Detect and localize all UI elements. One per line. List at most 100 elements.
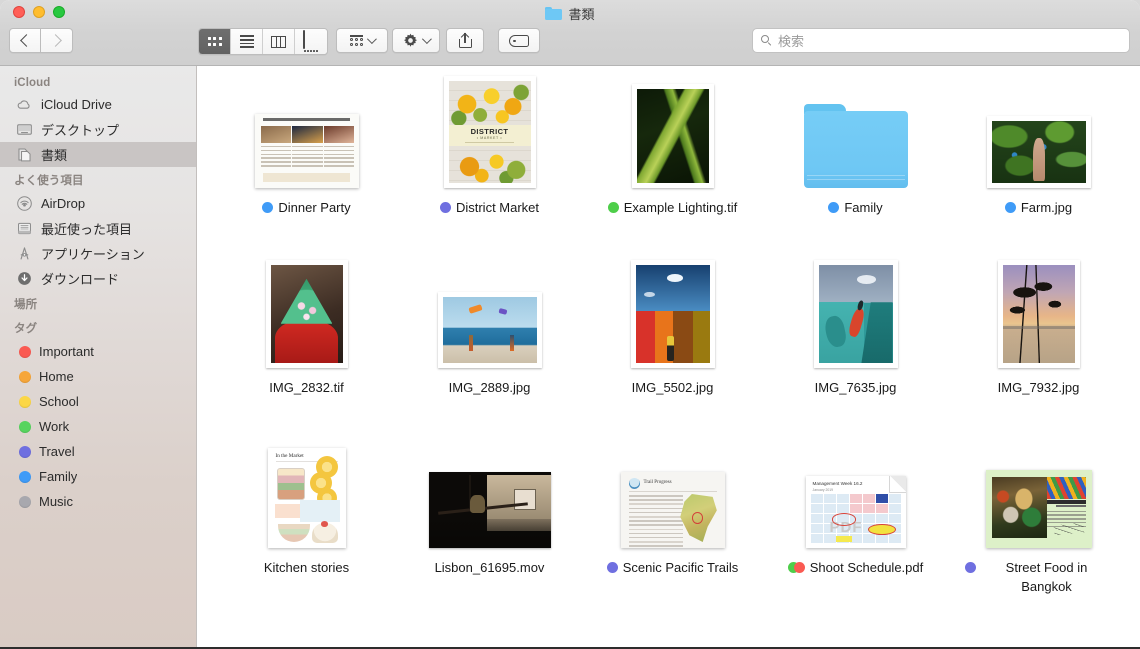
document-preview xyxy=(255,114,359,188)
file-label-row: IMG_7932.jpg xyxy=(998,378,1080,397)
applications-icon xyxy=(16,245,33,262)
view-mode-segmented-control xyxy=(198,28,328,55)
file-thumbnail xyxy=(998,262,1080,368)
sidebar-section-header: よく使う項目 xyxy=(0,167,196,191)
file-item[interactable]: IMG_7932.jpg xyxy=(947,262,1130,442)
tag-dot-icon xyxy=(608,202,619,213)
window-title: 書類 xyxy=(0,4,1140,22)
file-thumbnail xyxy=(429,442,551,548)
photo-frame xyxy=(631,260,715,368)
chevron-down-icon xyxy=(422,34,432,44)
sidebar-item-AirDrop[interactable]: AirDrop xyxy=(0,191,196,216)
minimize-button[interactable] xyxy=(33,6,45,18)
tag-icon xyxy=(509,35,529,47)
file-tag-dots xyxy=(440,202,451,213)
chevron-left-icon xyxy=(20,34,33,47)
sidebar-item-Work[interactable]: Work xyxy=(0,414,196,439)
sidebar-item-Music[interactable]: Music xyxy=(0,489,196,514)
share-button[interactable] xyxy=(446,28,484,53)
search-input[interactable]: 検索 xyxy=(778,31,804,50)
file-item[interactable]: Management Week 16.2January 2019PDF Shoot… xyxy=(764,442,947,622)
file-label-row: IMG_5502.jpg xyxy=(632,378,714,397)
arrange-icon xyxy=(350,35,363,46)
file-tag-dots xyxy=(607,562,618,573)
tags-button[interactable] xyxy=(498,28,540,53)
file-item[interactable]: IMG_2889.jpg xyxy=(398,262,581,442)
tag-dot-icon xyxy=(19,371,31,383)
sidebar-item-Home[interactable]: Home xyxy=(0,364,196,389)
sidebar-item-書類[interactable]: 書類 xyxy=(0,142,196,167)
file-label-row: Scenic Pacific Trails xyxy=(607,558,739,577)
sidebar-item-デスクトップ[interactable]: デスクトップ xyxy=(0,117,196,142)
file-item[interactable]: IMG_7635.jpg xyxy=(764,262,947,442)
window-body: iCloudiCloud Drive デスクトップ書類よく使う項目AirDrop最… xyxy=(0,66,1140,649)
document-preview xyxy=(986,470,1092,548)
file-thumbnail: DISTRICT• MARKET • xyxy=(444,82,536,188)
sidebar-item-label: アプリケーション xyxy=(41,244,145,263)
chevron-down-icon xyxy=(367,34,377,44)
file-item[interactable]: DISTRICT• MARKET •District Market xyxy=(398,82,581,262)
photo-frame xyxy=(998,260,1080,368)
navigation-buttons xyxy=(9,28,73,53)
file-item[interactable]: IMG_5502.jpg xyxy=(581,262,764,442)
file-item[interactable]: Trail ProgressScenic Pacific Trails xyxy=(581,442,764,622)
sidebar-item-Family[interactable]: Family xyxy=(0,464,196,489)
share-icon xyxy=(459,33,472,48)
tag-dot-icon xyxy=(262,202,273,213)
sidebar-item-iCloud Drive[interactable]: iCloud Drive xyxy=(0,92,196,117)
file-thumbnail: Management Week 16.2January 2019PDF xyxy=(806,442,906,548)
file-name: IMG_5502.jpg xyxy=(632,378,714,397)
file-item[interactable]: Example Lighting.tif xyxy=(581,82,764,262)
sidebar-item-label: ダウンロード xyxy=(41,269,119,288)
arrange-button[interactable] xyxy=(336,28,388,53)
file-item[interactable]: Farm.jpg xyxy=(947,82,1130,262)
file-name: Family xyxy=(844,198,882,217)
icon-view-button[interactable] xyxy=(199,29,231,54)
close-button[interactable] xyxy=(13,6,25,18)
list-view-button[interactable] xyxy=(231,29,263,54)
sidebar-section-header: iCloud xyxy=(0,72,196,92)
file-name: Dinner Party xyxy=(278,198,350,217)
tag-dot-icon xyxy=(19,396,31,408)
file-name: Example Lighting.tif xyxy=(624,198,737,217)
file-thumbnail: In the Market xyxy=(268,442,346,548)
file-label-row: IMG_2832.tif xyxy=(269,378,343,397)
forward-button[interactable] xyxy=(41,28,73,53)
columns-icon xyxy=(271,36,286,48)
sidebar-item-School[interactable]: School xyxy=(0,389,196,414)
file-item[interactable]: Lisbon_61695.mov xyxy=(398,442,581,622)
file-browser-content[interactable]: Dinner Party DISTRICT• MARKET •District M… xyxy=(197,66,1140,649)
search-field[interactable]: 検索 xyxy=(752,28,1130,53)
sidebar-item-アプリケーション[interactable]: アプリケーション xyxy=(0,241,196,266)
file-name: IMG_2832.tif xyxy=(269,378,343,397)
recents-icon xyxy=(16,220,33,237)
back-button[interactable] xyxy=(9,28,41,53)
file-name: IMG_7635.jpg xyxy=(815,378,897,397)
column-view-button[interactable] xyxy=(263,29,295,54)
cloud-icon xyxy=(16,96,33,113)
file-item[interactable]: Street Food in Bangkok xyxy=(947,442,1130,622)
file-thumbnail xyxy=(632,82,714,188)
zoom-button[interactable] xyxy=(53,6,65,18)
file-item[interactable]: Family xyxy=(764,82,947,262)
sidebar-item-label: デスクトップ xyxy=(41,120,119,139)
file-thumbnail xyxy=(255,82,359,188)
tag-dot-icon xyxy=(828,202,839,213)
folder-icon xyxy=(804,104,908,188)
sidebar-item-最近使った項目[interactable]: 最近使った項目 xyxy=(0,216,196,241)
file-item[interactable]: Dinner Party xyxy=(215,82,398,262)
sidebar-item-Travel[interactable]: Travel xyxy=(0,439,196,464)
gallery-view-button[interactable] xyxy=(295,29,327,54)
file-item[interactable]: In the MarketKitchen stories xyxy=(215,442,398,622)
sidebar-item-ダウンロード[interactable]: ダウンロード xyxy=(0,266,196,291)
file-name: Scenic Pacific Trails xyxy=(623,558,739,577)
photo-frame xyxy=(266,260,348,368)
file-name: Shoot Schedule.pdf xyxy=(810,558,923,577)
file-tag-dots xyxy=(608,202,619,213)
action-button[interactable] xyxy=(392,28,440,53)
file-thumbnail xyxy=(987,82,1091,188)
sidebar-item-Important[interactable]: Important xyxy=(0,339,196,364)
file-name: IMG_7932.jpg xyxy=(998,378,1080,397)
file-item[interactable]: IMG_2832.tif xyxy=(215,262,398,442)
airdrop-icon xyxy=(16,195,33,212)
